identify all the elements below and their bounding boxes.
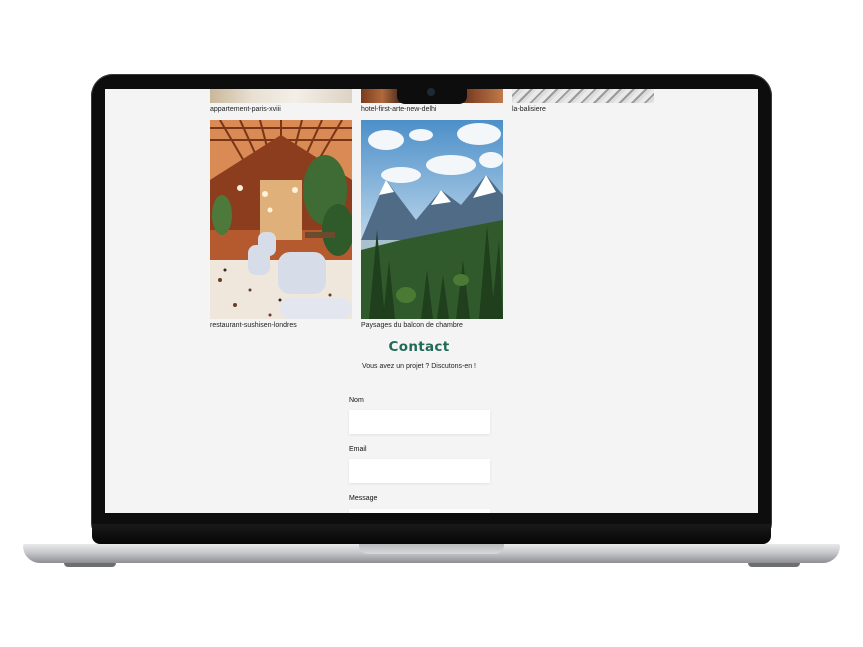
laptop-foot-right xyxy=(748,563,800,567)
laptop-screen: appartement-paris-xviii hotel-first-arte… xyxy=(105,89,758,513)
contact-subtitle: Vous avez un projet ? Discutons-en ! xyxy=(361,363,476,370)
camera-notch xyxy=(397,84,467,104)
email-field[interactable] xyxy=(349,459,490,483)
caption-restaurant: restaurant-sushisen-londres xyxy=(210,322,297,329)
email-label: Email xyxy=(349,446,367,453)
caption-paysages: Paysages du balcon de chambre xyxy=(361,322,463,329)
message-field[interactable] xyxy=(349,509,490,513)
project-thumbnail-appartement[interactable] xyxy=(210,89,352,103)
project-thumbnail-restaurant[interactable] xyxy=(210,120,352,319)
laptop-foot-left xyxy=(64,563,116,567)
restaurant-image xyxy=(210,120,352,319)
contact-title: Contact xyxy=(388,339,450,355)
project-thumbnail-paysages[interactable] xyxy=(361,120,503,319)
mountain-image xyxy=(361,120,503,319)
caption-hotel: hotel-first-arte-new-delhi xyxy=(361,106,437,113)
name-label: Nom xyxy=(349,397,364,404)
name-field[interactable] xyxy=(349,410,490,434)
message-label: Message xyxy=(349,495,378,502)
laptop-opening-notch xyxy=(359,544,504,554)
caption-balisiere: la-balisiere xyxy=(512,106,546,113)
camera-icon xyxy=(427,88,435,96)
laptop-hinge xyxy=(92,524,771,544)
caption-appartement: appartement-paris-xviii xyxy=(210,106,281,113)
project-thumbnail-balisiere[interactable] xyxy=(512,89,654,103)
